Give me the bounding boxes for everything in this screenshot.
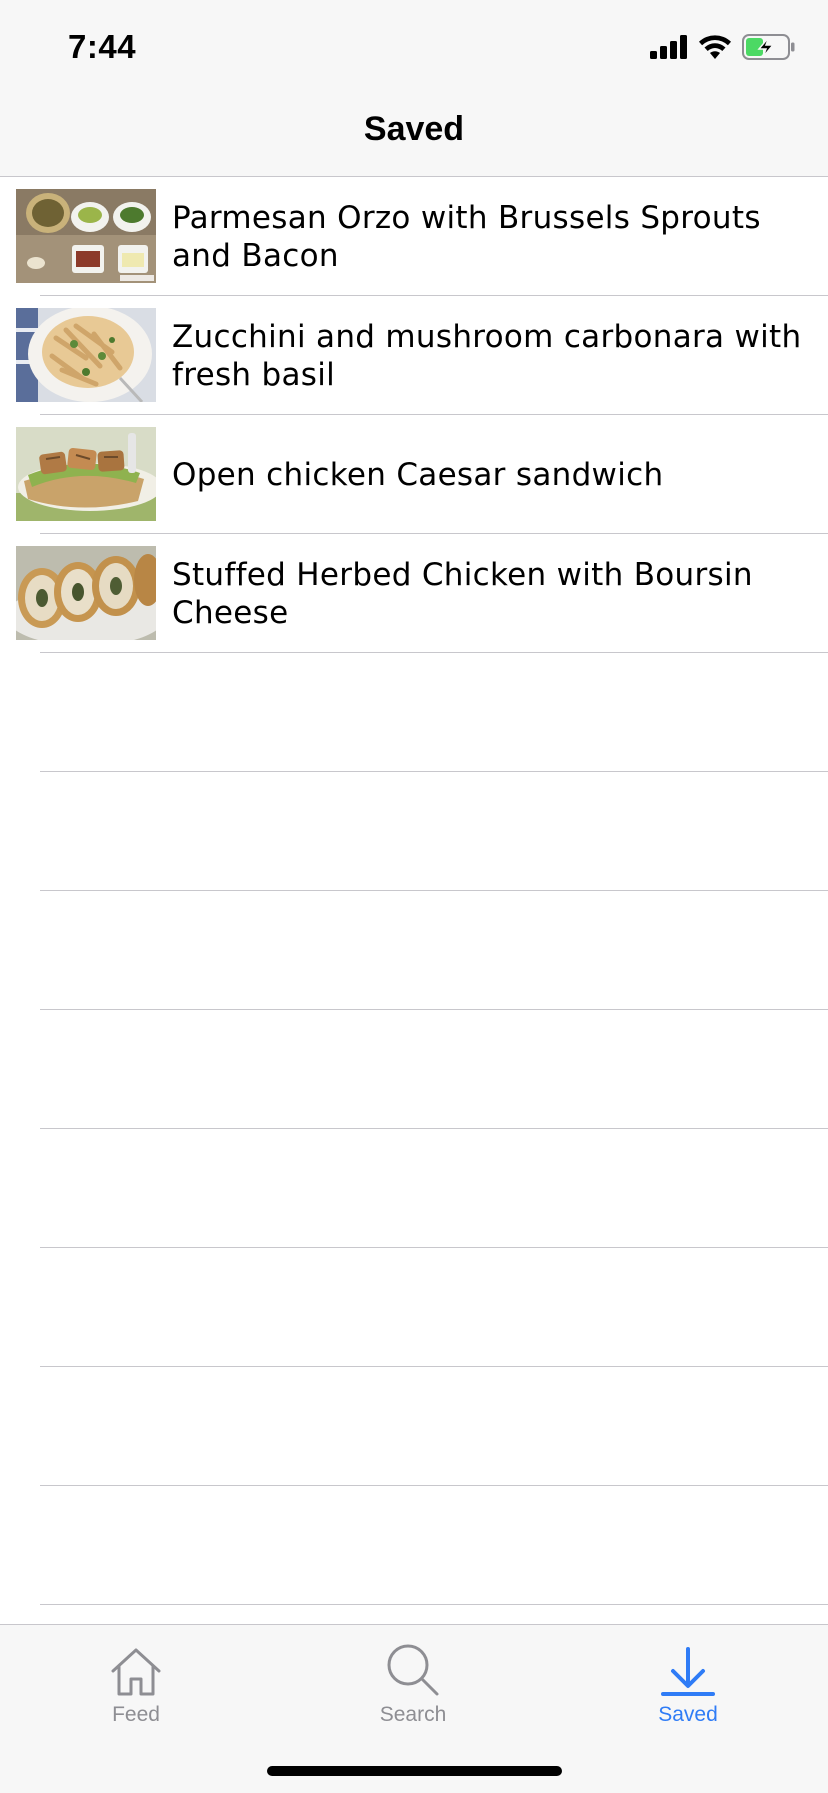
download-arrow-icon (608, 1637, 768, 1697)
recipe-title: Stuffed Herbed Chicken with Boursin Chee… (172, 556, 753, 631)
recipe-row[interactable]: Parmesan Orzo with Brussels Sprouts and … (0, 177, 828, 296)
recipe-title: Open chicken Caesar sandwich (172, 456, 664, 493)
tab-saved[interactable]: Saved (608, 1637, 768, 1727)
tab-search[interactable]: Search (333, 1637, 493, 1727)
cellular-signal-icon (650, 35, 688, 63)
wifi-icon (698, 34, 732, 64)
recipe-title: Parmesan Orzo with Brussels Sprouts and … (172, 199, 761, 274)
home-icon (56, 1637, 216, 1697)
home-indicator[interactable] (267, 1766, 562, 1776)
stuffed-chicken-image (16, 546, 156, 640)
battery-charging-icon (742, 34, 796, 64)
recipe-row[interactable]: Zucchini and mushroom carbonara with fre… (0, 296, 828, 415)
empty-row (0, 1129, 828, 1248)
recipe-title: Zucchini and mushroom carbonara with fre… (172, 318, 802, 393)
saved-recipes-list[interactable]: Parmesan Orzo with Brussels Sprouts and … (0, 177, 828, 1605)
magnifier-icon (333, 1637, 493, 1697)
tab-label: Saved (658, 1703, 718, 1726)
empty-row (0, 1486, 828, 1605)
tab-label: Feed (112, 1703, 160, 1726)
empty-row (0, 1248, 828, 1367)
top-bar: 7:44 Saved (0, 0, 828, 177)
chicken-sandwich-image (16, 427, 156, 521)
status-icons (650, 34, 796, 64)
empty-row (0, 772, 828, 891)
recipe-row[interactable]: Open chicken Caesar sandwich (0, 415, 828, 534)
status-time: 7:44 (68, 28, 137, 65)
empty-row (0, 653, 828, 772)
page-title: Saved (363, 110, 465, 148)
empty-row (0, 891, 828, 1010)
recipe-row[interactable]: Stuffed Herbed Chicken with Boursin Chee… (0, 534, 828, 653)
empty-row (0, 1367, 828, 1486)
tab-label: Search (379, 1703, 447, 1726)
tab-feed[interactable]: Feed (56, 1637, 216, 1727)
empty-row (0, 1010, 828, 1129)
pasta-plate-image (16, 308, 156, 402)
orzo-bowls-image (16, 189, 156, 283)
